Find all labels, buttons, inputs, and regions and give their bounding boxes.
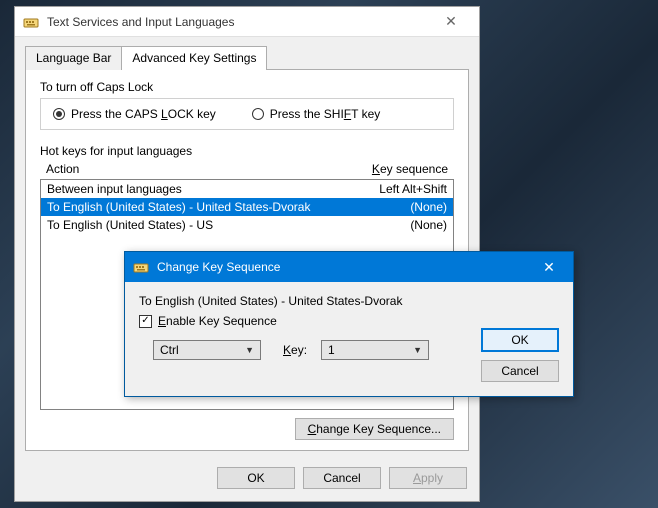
row-action: Between input languages (47, 182, 379, 196)
capslock-group: Press the CAPS LOCK key Press the SHIFT … (40, 98, 454, 130)
keyboard-icon (23, 14, 39, 30)
ok-button[interactable]: OK (481, 328, 559, 352)
titlebar: Text Services and Input Languages ✕ (15, 7, 479, 37)
row-keyseq: Left Alt+Shift (379, 182, 447, 196)
radio-caps-lock-key[interactable]: Press the CAPS LOCK key (53, 107, 216, 121)
radio-dot-icon (252, 108, 264, 120)
tab-advanced-key-settings[interactable]: Advanced Key Settings (121, 46, 267, 70)
enable-label: Enable Key Sequence (158, 314, 277, 328)
key-label: Key: (283, 343, 307, 357)
key-selectors: Ctrl ▼ Key: 1 ▼ (139, 340, 467, 360)
radio-shift-label: Press the SHIFT key (270, 107, 381, 121)
dialog-footer: OK Cancel Apply (15, 457, 479, 501)
cancel-button[interactable]: Cancel (303, 467, 381, 489)
modifier-value: Ctrl (160, 343, 245, 357)
target-language-label: To English (United States) - United Stat… (139, 294, 467, 308)
modal-buttons: OK Cancel (481, 294, 559, 382)
radio-dot-icon (53, 108, 65, 120)
tab-strip: Language Bar Advanced Key Settings (25, 45, 469, 69)
table-row[interactable]: To English (United States) - United Stat… (41, 198, 453, 216)
apply-button: Apply (389, 467, 467, 489)
capslock-group-label: To turn off Caps Lock (40, 80, 454, 94)
row-keyseq: (None) (410, 218, 447, 232)
modal-content: To English (United States) - United Stat… (139, 294, 467, 382)
chevron-down-icon: ▼ (245, 345, 254, 355)
modal-body: To English (United States) - United Stat… (125, 282, 573, 396)
table-row[interactable]: To English (United States) - US (None) (41, 216, 453, 234)
row-keyseq: (None) (410, 200, 447, 214)
header-action: Action (46, 162, 372, 176)
hotkey-headers: Action Key sequence (40, 162, 454, 179)
window-title: Text Services and Input Languages (47, 15, 431, 29)
row-action: To English (United States) - United Stat… (47, 200, 410, 214)
modal-title: Change Key Sequence (157, 260, 529, 274)
checkbox-check-icon: ✓ (139, 315, 152, 328)
row-action: To English (United States) - US (47, 218, 410, 232)
chevron-down-icon: ▼ (413, 345, 422, 355)
key-value: 1 (328, 343, 413, 357)
change-key-sequence-dialog: Change Key Sequence ✕ To English (United… (124, 251, 574, 397)
keyboard-icon (133, 259, 149, 275)
radio-shift-key[interactable]: Press the SHIFT key (252, 107, 381, 121)
enable-key-sequence-checkbox[interactable]: ✓ Enable Key Sequence (139, 314, 467, 328)
ok-button[interactable]: OK (217, 467, 295, 489)
change-key-sequence-button[interactable]: Change Key Sequence... (295, 418, 454, 440)
radio-caps-label: Press the CAPS LOCK key (71, 107, 216, 121)
modifier-select[interactable]: Ctrl ▼ (153, 340, 261, 360)
hotkeys-group-label: Hot keys for input languages (40, 144, 454, 158)
close-icon[interactable]: ✕ (431, 13, 471, 30)
key-select[interactable]: 1 ▼ (321, 340, 429, 360)
table-row[interactable]: Between input languages Left Alt+Shift (41, 180, 453, 198)
cancel-button[interactable]: Cancel (481, 360, 559, 382)
close-icon[interactable]: ✕ (529, 259, 569, 276)
tab-language-bar[interactable]: Language Bar (25, 46, 122, 70)
header-key-sequence: Key sequence (372, 162, 448, 176)
modal-titlebar: Change Key Sequence ✕ (125, 252, 573, 282)
change-button-row: Change Key Sequence... (40, 418, 454, 440)
